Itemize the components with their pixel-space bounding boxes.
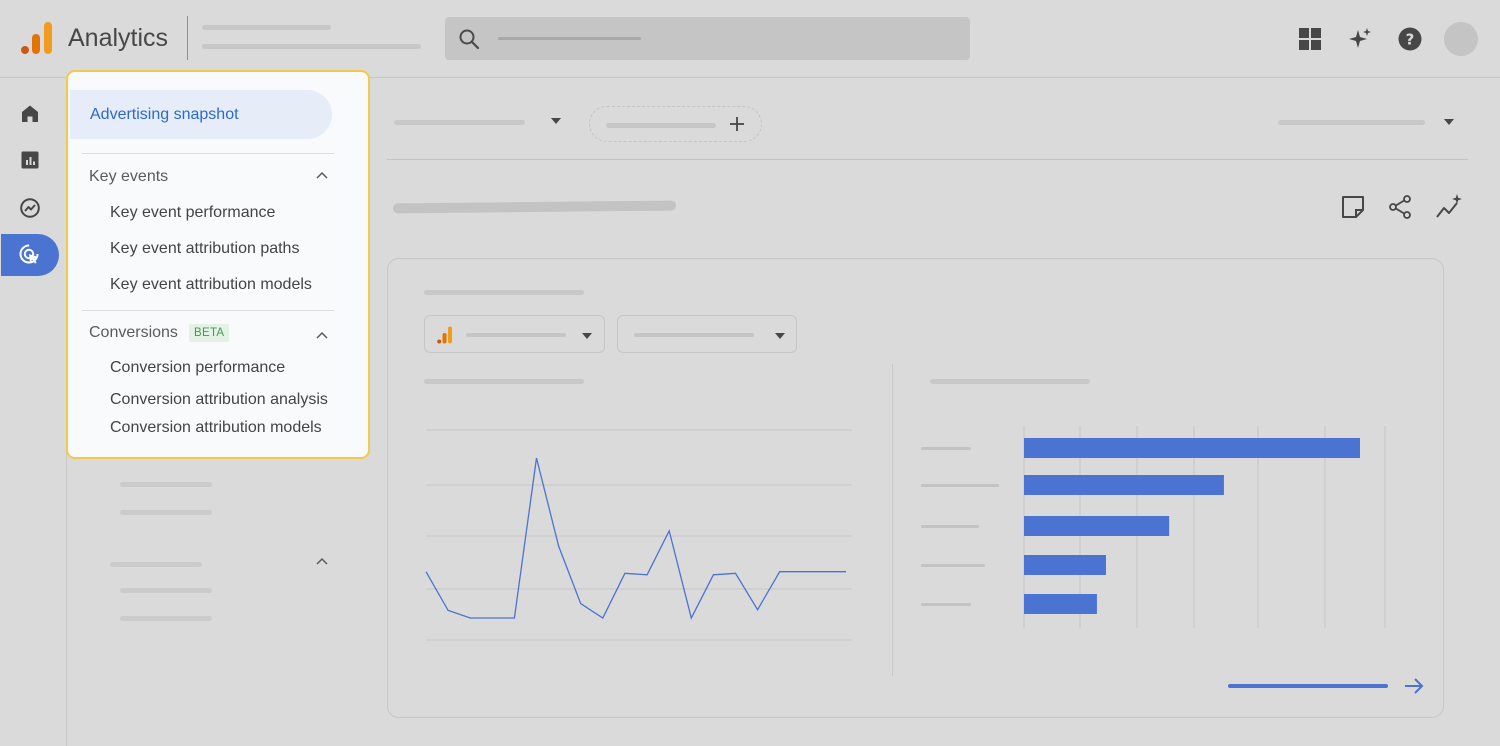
nav-placeholder-line bbox=[110, 562, 202, 567]
explore-icon[interactable] bbox=[0, 187, 60, 229]
nav-placeholder-line bbox=[120, 482, 212, 487]
svg-text:?: ? bbox=[1406, 31, 1415, 49]
chevron-up-icon[interactable] bbox=[315, 556, 329, 566]
bar bbox=[1024, 438, 1360, 458]
header-divider bbox=[187, 16, 188, 60]
date-range-placeholder[interactable] bbox=[1278, 120, 1425, 125]
analytics-logo-icon bbox=[437, 326, 453, 344]
advertising-icon[interactable] bbox=[1, 234, 59, 276]
bar bbox=[1024, 516, 1170, 536]
dropdown-arrow-icon bbox=[774, 332, 786, 340]
bar-label-placeholder bbox=[921, 525, 979, 528]
chevron-up-icon[interactable] bbox=[315, 170, 329, 180]
line-series bbox=[425, 457, 846, 620]
search-placeholder bbox=[498, 37, 641, 40]
filter-divider bbox=[387, 159, 1468, 160]
conversions-section-title[interactable]: Conversions bbox=[89, 324, 178, 342]
plus-icon bbox=[728, 115, 746, 133]
divider bbox=[82, 310, 334, 311]
bar bbox=[1024, 594, 1097, 614]
sparkle-icon[interactable] bbox=[1345, 24, 1375, 54]
bar-chart-title-placeholder bbox=[930, 379, 1090, 384]
key-event-attribution-models-link[interactable]: Key event attribution models bbox=[110, 276, 312, 294]
search-icon bbox=[457, 27, 481, 51]
add-comparison-chip[interactable] bbox=[589, 106, 762, 142]
divider bbox=[82, 153, 334, 154]
help-icon[interactable]: ? bbox=[1395, 24, 1425, 54]
app-title: Analytics bbox=[68, 24, 169, 52]
view-report-link[interactable] bbox=[1228, 684, 1388, 688]
key-events-section-title[interactable]: Key events bbox=[89, 168, 168, 186]
dropdown-value-placeholder bbox=[466, 333, 566, 337]
bar bbox=[1024, 555, 1106, 575]
search-bar[interactable] bbox=[445, 17, 970, 60]
chart-divider bbox=[892, 364, 893, 676]
bar-label-placeholder bbox=[921, 484, 999, 487]
nav-placeholder-line bbox=[120, 510, 212, 515]
arrow-right-icon[interactable] bbox=[1402, 674, 1426, 698]
insights-icon[interactable] bbox=[1434, 192, 1464, 222]
dropdown-arrow-icon bbox=[581, 332, 593, 340]
line-chart bbox=[425, 429, 852, 641]
dropdown-arrow-icon[interactable] bbox=[1443, 118, 1455, 126]
bar-label-placeholder bbox=[921, 447, 971, 450]
conversion-attribution-analysis-link[interactable]: Conversion attribution analysis bbox=[110, 391, 328, 409]
bar bbox=[1024, 475, 1224, 495]
key-event-attribution-paths-link[interactable]: Key event attribution paths bbox=[110, 240, 299, 258]
nav-placeholder-line bbox=[120, 616, 212, 621]
top-app-bar: Analytics ? bbox=[0, 0, 1500, 78]
bar-chart bbox=[921, 426, 1386, 628]
dimension-dropdown[interactable] bbox=[617, 315, 797, 353]
beta-badge: BETA bbox=[189, 324, 230, 342]
conversion-performance-link[interactable]: Conversion performance bbox=[110, 359, 285, 377]
dropdown-arrow-icon[interactable] bbox=[550, 117, 562, 125]
account-name-placeholder[interactable] bbox=[202, 25, 331, 30]
card-title-placeholder bbox=[424, 290, 584, 295]
advertising-snapshot-link[interactable]: Advertising snapshot bbox=[70, 90, 332, 139]
chevron-up-icon[interactable] bbox=[315, 330, 329, 340]
share-icon[interactable] bbox=[1385, 192, 1415, 222]
left-nav-rail bbox=[0, 79, 67, 746]
home-icon[interactable] bbox=[0, 93, 60, 135]
avatar[interactable] bbox=[1444, 22, 1478, 56]
bar-label-placeholder bbox=[921, 564, 985, 567]
chip-placeholder bbox=[606, 123, 716, 128]
page-title-placeholder bbox=[392, 200, 677, 214]
advertising-nav-popup: Advertising snapshot Key events Key even… bbox=[66, 70, 370, 459]
property-name-placeholder[interactable] bbox=[202, 44, 421, 49]
key-event-performance-link[interactable]: Key event performance bbox=[110, 204, 275, 222]
note-icon[interactable] bbox=[1338, 192, 1368, 222]
nav-placeholder-line bbox=[120, 588, 212, 593]
bar-label-placeholder bbox=[921, 603, 971, 606]
metric-dropdown[interactable] bbox=[424, 315, 605, 353]
dropdown-value-placeholder bbox=[634, 333, 754, 337]
comparison-placeholder[interactable] bbox=[394, 120, 525, 125]
apps-grid-icon[interactable] bbox=[1295, 24, 1325, 54]
reports-icon[interactable] bbox=[0, 139, 60, 181]
line-chart-title-placeholder bbox=[424, 379, 584, 384]
conversion-attribution-models-link[interactable]: Conversion attribution models bbox=[110, 419, 322, 437]
analytics-logo-icon[interactable] bbox=[20, 20, 56, 56]
